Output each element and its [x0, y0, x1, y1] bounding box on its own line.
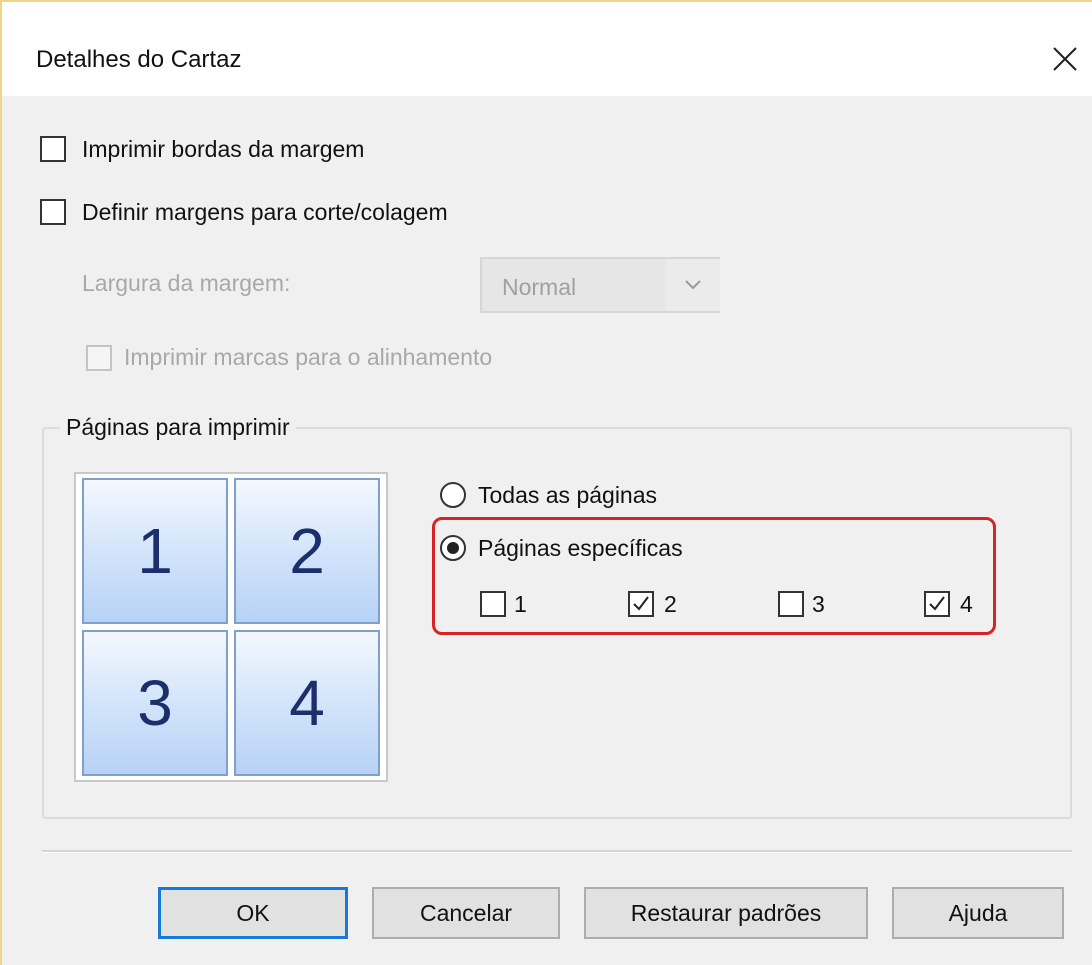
margin-width-label: Largura da margem:	[82, 270, 291, 296]
checkmark-icon	[633, 596, 649, 611]
poster-details-dialog: Detalhes do Cartaz Imprimir bordas da ma…	[0, 0, 1092, 965]
page-2-label[interactable]: 2	[664, 591, 677, 618]
preview-tile-3: 3	[82, 630, 228, 776]
ok-button[interactable]: OK	[158, 887, 348, 939]
page-4-label[interactable]: 4	[960, 591, 973, 618]
specific-pages-radio[interactable]	[440, 535, 466, 561]
preview-tile-1: 1	[82, 478, 228, 624]
page-4-checkbox[interactable]	[924, 591, 950, 617]
page-3-label[interactable]: 3	[812, 591, 825, 618]
close-icon	[1053, 47, 1077, 71]
preview-tile-4: 4	[234, 630, 380, 776]
all-pages-radio[interactable]	[440, 482, 466, 508]
restore-defaults-button[interactable]: Restaurar padrões	[584, 887, 868, 939]
radio-selected-dot	[447, 542, 459, 554]
alignment-marks-label: Imprimir marcas para o alinhamento	[124, 344, 493, 370]
pages-to-print-legend: Páginas para imprimir	[60, 414, 296, 441]
page-1-checkbox[interactable]	[480, 591, 506, 617]
print-border-checkbox[interactable]	[40, 136, 66, 162]
checkmark-icon	[929, 596, 945, 611]
preview-tile-2: 2	[234, 478, 380, 624]
poster-preview: 1 2 3 4	[74, 472, 388, 782]
close-button[interactable]	[1042, 36, 1088, 82]
page-3-checkbox[interactable]	[778, 591, 804, 617]
alignment-marks-checkbox[interactable]	[86, 345, 112, 371]
set-margins-label[interactable]: Definir margens para corte/colagem	[82, 199, 448, 226]
margin-width-select[interactable]: Normal	[480, 257, 720, 313]
separator	[42, 850, 1072, 853]
margin-width-value: Normal	[502, 274, 577, 300]
all-pages-label[interactable]: Todas as páginas	[478, 482, 657, 509]
print-border-label[interactable]: Imprimir bordas da margem	[82, 136, 364, 163]
set-margins-checkbox[interactable]	[40, 199, 66, 225]
page-2-checkbox[interactable]	[628, 591, 654, 617]
cancel-button[interactable]: Cancelar	[372, 887, 560, 939]
page-1-label[interactable]: 1	[514, 591, 527, 618]
title-bar: Detalhes do Cartaz	[2, 2, 1092, 96]
chevron-down-icon	[666, 259, 720, 311]
help-button[interactable]: Ajuda	[892, 887, 1064, 939]
specific-pages-label[interactable]: Páginas específicas	[478, 535, 683, 562]
dialog-title: Detalhes do Cartaz	[36, 46, 242, 73]
